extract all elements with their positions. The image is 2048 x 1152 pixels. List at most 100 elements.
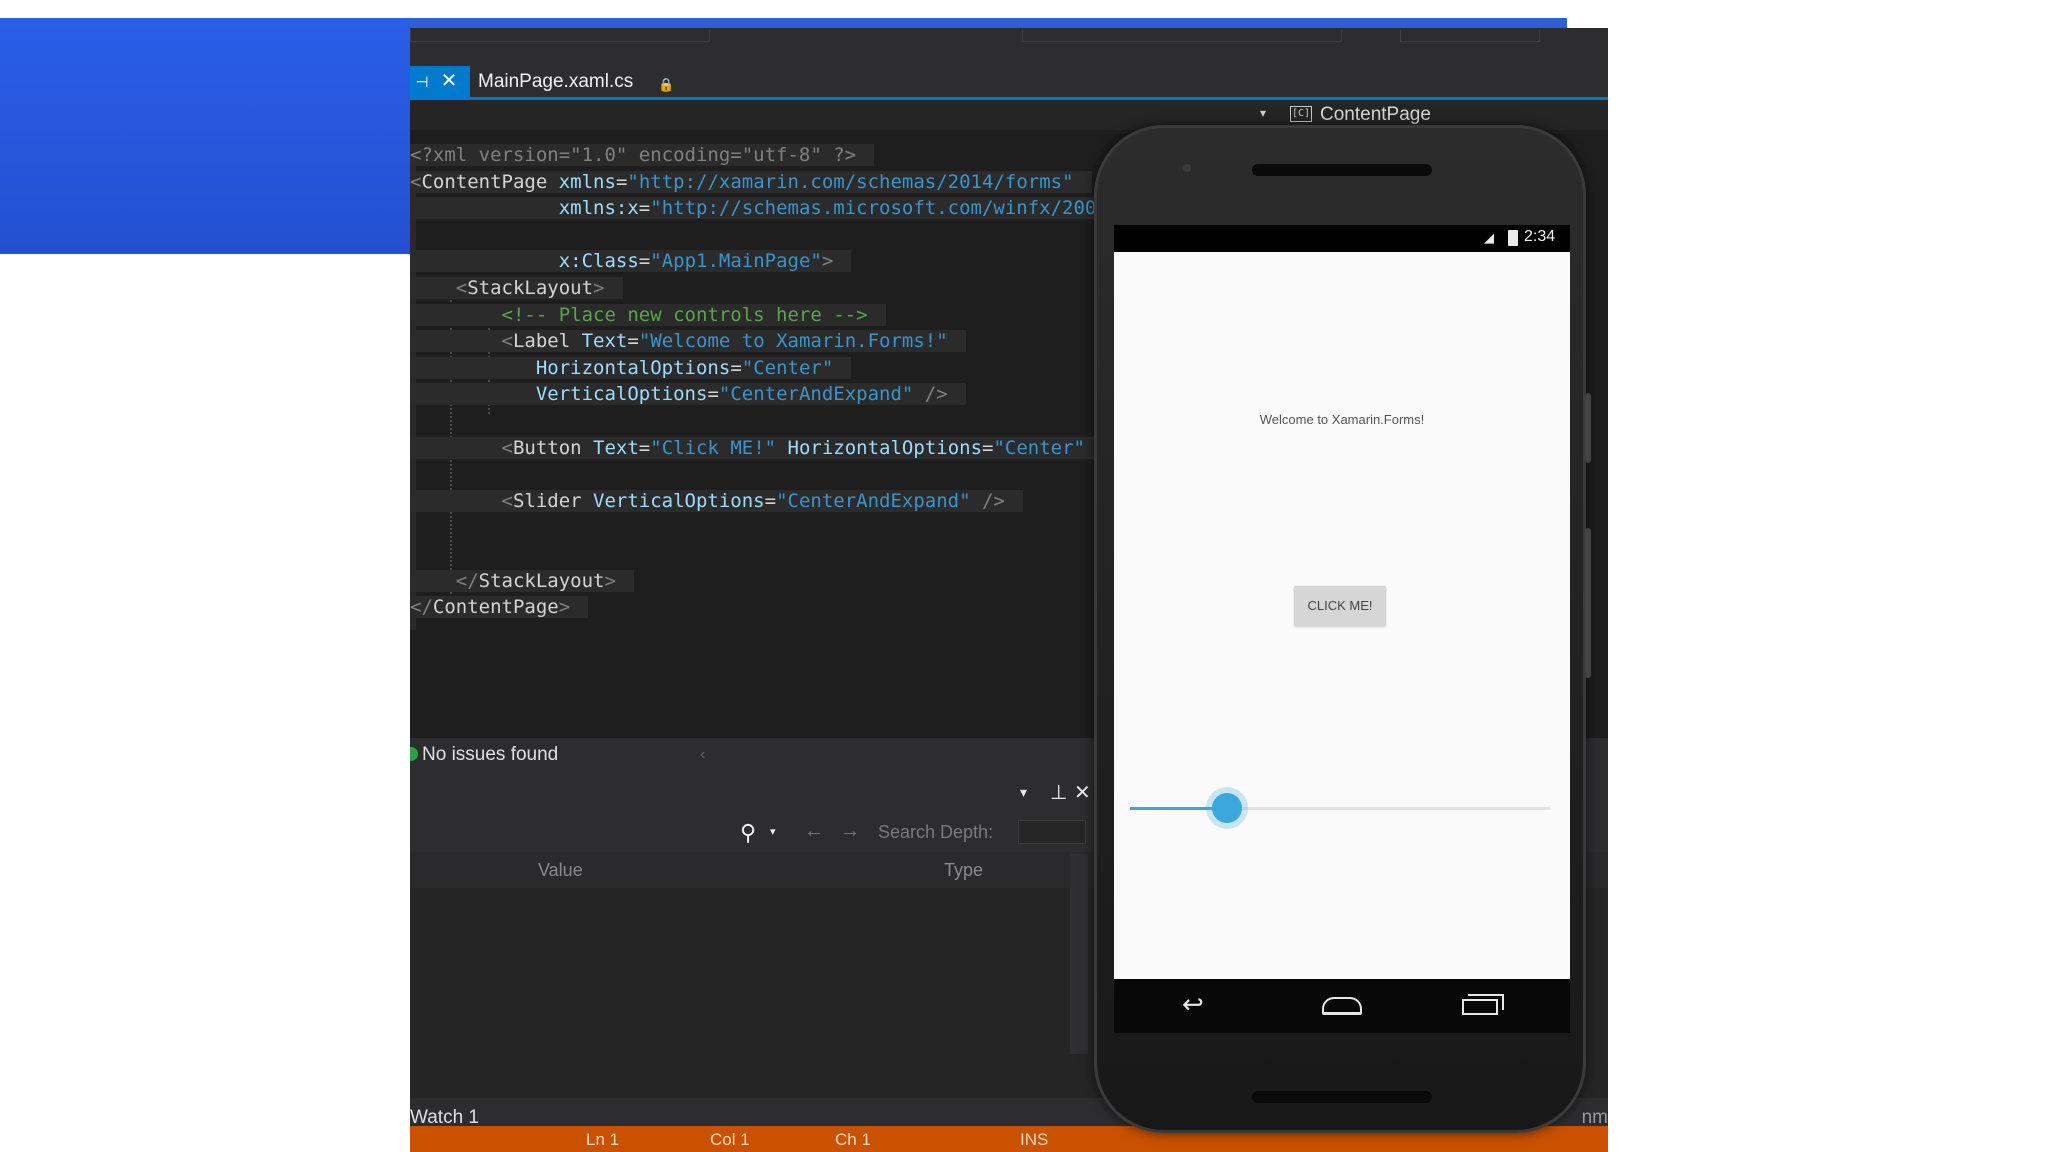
recent-apps-icon[interactable] xyxy=(1462,994,1504,1015)
status-line: Ln 1 xyxy=(586,1130,620,1149)
code-token: = xyxy=(764,489,777,512)
tab-mainpage-xaml-cs[interactable]: ⊣ ✕ xyxy=(410,66,470,97)
phone-speaker-bottom xyxy=(1252,1091,1432,1103)
issues-status[interactable]: No issues found xyxy=(422,738,558,772)
code-line[interactable]: HorizontalOptions="Center" xyxy=(410,355,852,381)
pin-icon[interactable]: ⊥ xyxy=(1050,780,1067,805)
toolbar-field[interactable] xyxy=(1400,30,1540,42)
status-insert-mode: INS xyxy=(1020,1130,1049,1149)
chevron-left-icon[interactable]: ‹ xyxy=(700,738,705,772)
chevron-down-icon[interactable]: ▾ xyxy=(770,825,776,838)
code-token: "Center" xyxy=(993,436,1085,459)
code-token: = xyxy=(638,436,651,459)
chevron-down-icon[interactable]: ▾ xyxy=(1260,106,1266,120)
code-line[interactable]: xmlns:x="http://schemas.microsoft.com/wi… xyxy=(410,195,1195,221)
click-me-button[interactable]: CLICK ME! xyxy=(1294,586,1386,626)
search-depth-label: Search Depth: xyxy=(878,822,994,842)
welcome-label: Welcome to Xamarin.Forms! xyxy=(1259,412,1425,427)
home-icon[interactable] xyxy=(1322,997,1362,1015)
volume-button[interactable] xyxy=(1585,393,1591,463)
code-token: <!-- Place new controls here --> xyxy=(501,303,868,326)
code-token: </ xyxy=(410,569,479,592)
code-line[interactable]: <Slider VerticalOptions="CenterAndExpand… xyxy=(410,488,1023,514)
app-content: Welcome to Xamarin.Forms! CLICK ME! xyxy=(1114,252,1570,979)
toolbar-field[interactable] xyxy=(410,30,710,42)
toolbar-field[interactable] xyxy=(1022,30,1342,42)
battery-icon xyxy=(1508,230,1518,246)
camera-icon xyxy=(1183,164,1191,172)
phone-screen: ◢ 2:34 Welcome to Xamarin.Forms! CLICK M… xyxy=(1114,225,1570,1033)
code-line[interactable]: <?xml version="1.0" encoding="utf-8" ?> xyxy=(410,142,875,168)
power-button[interactable] xyxy=(1585,528,1591,678)
status-char: Ch 1 xyxy=(835,1130,871,1149)
code-token: StackLayout xyxy=(467,277,594,299)
dropdown-icon[interactable]: ▾ xyxy=(1020,784,1027,801)
class-icon: [C] xyxy=(1290,106,1312,122)
arrow-left-icon[interactable]: ← xyxy=(804,820,824,843)
code-token: "App1.MainPage" xyxy=(650,250,822,273)
code-token: ContentPage xyxy=(421,170,559,193)
code-token: /> xyxy=(913,383,948,406)
code-line[interactable]: <!-- Place new controls here --> xyxy=(410,302,886,328)
code-token: > xyxy=(593,277,605,299)
code-token: < xyxy=(410,170,422,193)
scope-dropdown[interactable]: ContentPage xyxy=(1320,104,1431,126)
code-line[interactable]: <Label Text="Welcome to Xamarin.Forms!" xyxy=(410,328,966,354)
search-icon[interactable]: ⚲ xyxy=(740,820,756,846)
code-token: </ xyxy=(410,596,433,619)
code-token: HorizontalOptions xyxy=(535,356,731,379)
code-token: < xyxy=(410,277,468,299)
watch-scrollbar[interactable] xyxy=(1070,854,1088,1054)
code-token: "http://xamarin.com/schemas/2014/forms" xyxy=(627,170,1074,193)
code-token: < xyxy=(410,436,513,459)
code-line[interactable]: <Button Text="Click ME!" HorizontalOptio… xyxy=(410,435,1103,461)
code-line[interactable]: <ContentPage xmlns="http://xamarin.com/s… xyxy=(410,169,1092,195)
column-header-type[interactable]: Type xyxy=(944,852,983,888)
code-line[interactable]: </StackLayout> xyxy=(410,568,634,594)
code-token: /> xyxy=(970,489,1005,512)
search-depth-select[interactable] xyxy=(1018,820,1086,844)
android-nav-bar: ↩ xyxy=(1114,979,1570,1033)
check-circle-icon xyxy=(410,747,418,761)
code-line[interactable]: <StackLayout> xyxy=(410,275,623,301)
column-header-value[interactable]: Value xyxy=(538,852,583,888)
background-blue-panel xyxy=(0,18,410,254)
code-token: "CenterAndExpand" xyxy=(718,383,914,406)
code-token: "Welcome to Xamarin.Forms!" xyxy=(638,330,948,353)
code-token: = xyxy=(730,356,742,379)
android-status-bar: ◢ 2:34 xyxy=(1114,225,1570,252)
code-token: HorizontalOptions xyxy=(787,436,983,459)
tab-title[interactable]: MainPage.xaml.cs xyxy=(478,66,633,97)
code-token: = xyxy=(627,330,639,353)
code-line[interactable]: </ContentPage> xyxy=(410,594,589,620)
code-token: > xyxy=(558,596,571,619)
code-token: Button xyxy=(512,436,594,459)
code-token: ContentPage xyxy=(432,596,559,619)
slider[interactable] xyxy=(1130,793,1550,823)
code-token: Label xyxy=(512,330,582,353)
slider-thumb[interactable] xyxy=(1211,793,1242,823)
status-column: Col 1 xyxy=(710,1130,750,1149)
arrow-right-icon[interactable]: → xyxy=(840,820,860,843)
close-icon[interactable]: ✕ xyxy=(434,66,464,97)
code-token: > xyxy=(604,569,616,592)
code-token: xmlns xyxy=(558,170,616,193)
clock: 2:34 xyxy=(1524,228,1556,245)
screenshot-stage: ⊣ ✕ MainPage.xaml.cs 🔒 ▾ [C] ContentPage… xyxy=(0,0,2048,1152)
pin-icon[interactable]: ⊣ xyxy=(410,73,434,91)
back-icon[interactable]: ↩ xyxy=(1182,989,1204,1020)
android-emulator: ◢ 2:34 Welcome to Xamarin.Forms! CLICK M… xyxy=(1094,125,1591,1133)
close-icon[interactable]: ✕ xyxy=(1074,780,1091,805)
code-line[interactable]: VerticalOptions="CenterAndExpand" /> xyxy=(410,381,966,407)
document-tab-strip: ⊣ ✕ MainPage.xaml.cs 🔒 xyxy=(410,66,1608,100)
code-line[interactable]: x:Class="App1.MainPage"> xyxy=(410,248,852,274)
code-token: <?xml version="1.0" encoding="utf-8" ?> xyxy=(410,144,857,166)
code-token: = xyxy=(615,170,628,193)
phone-speaker xyxy=(1252,164,1432,176)
